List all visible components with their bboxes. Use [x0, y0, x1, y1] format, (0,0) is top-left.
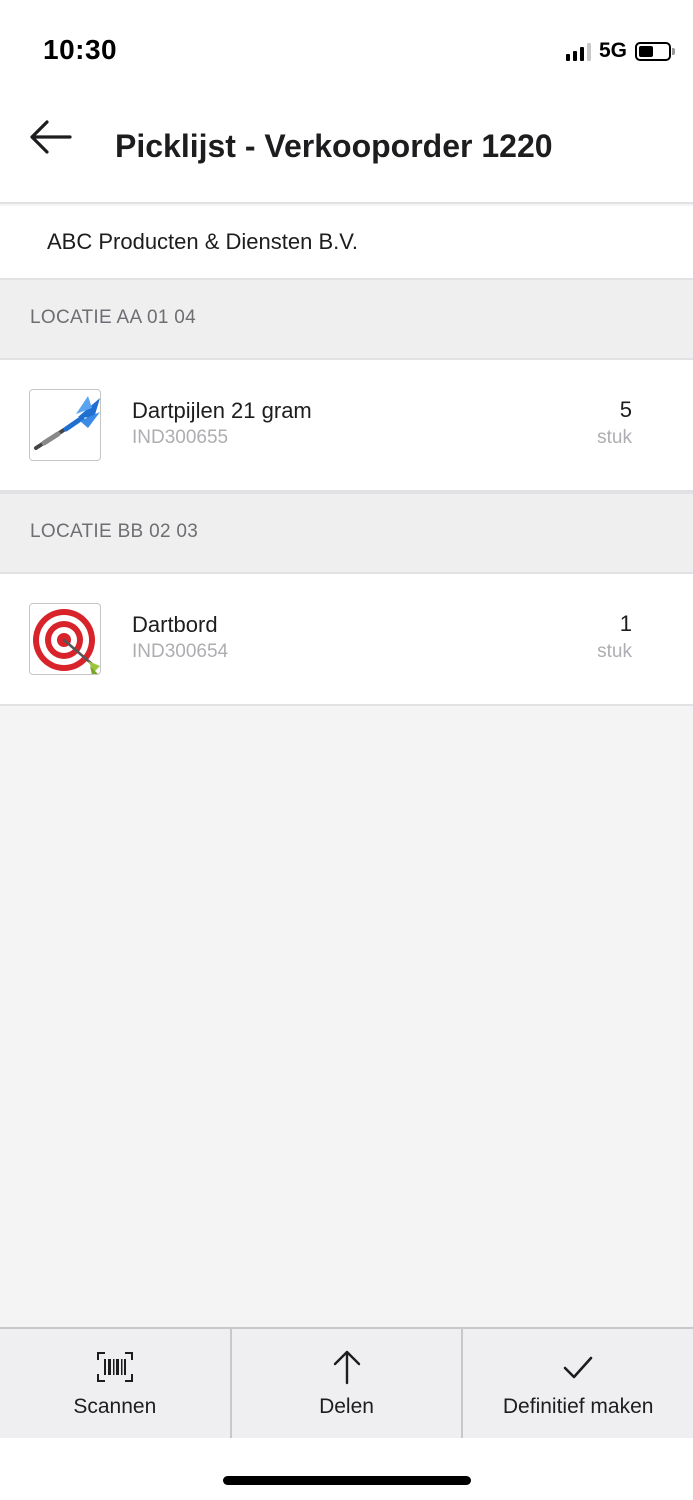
battery-icon	[635, 41, 675, 61]
location-header: LOCATIE AA 01 04	[0, 278, 693, 360]
arrow-left-icon	[30, 120, 72, 154]
product-image	[29, 603, 101, 675]
darts-icon	[34, 396, 100, 450]
home-indicator-area	[0, 1438, 693, 1500]
network-type: 5G	[598, 39, 627, 62]
product-quantity: 5	[619, 397, 632, 422]
page-title: Picklijst - Verkooporder 1220	[115, 128, 553, 164]
status-time: 10:30	[43, 34, 118, 65]
navigation-header: Picklijst - Verkooporder 1220	[0, 100, 693, 204]
scan-button[interactable]: Scannen	[0, 1329, 230, 1438]
barcode-icon	[95, 1347, 135, 1387]
bottom-toolbar: Scannen Delen Definitief maken	[0, 1327, 693, 1438]
list-item[interactable]: Dartbord IND300654 1 stuk	[0, 574, 693, 706]
dartboard-icon	[33, 609, 100, 674]
share-label: Delen	[319, 1395, 374, 1418]
back-button[interactable]	[22, 112, 78, 162]
product-unit: stuk	[597, 427, 632, 448]
status-indicators: 5G	[565, 38, 675, 64]
finalize-button[interactable]: Definitief maken	[461, 1329, 693, 1438]
product-code: IND300655	[132, 427, 229, 448]
product-code: IND300654	[132, 641, 229, 662]
share-button[interactable]: Delen	[229, 1329, 462, 1438]
list-item[interactable]: Dartpijlen 21 gram IND300655 5 stuk	[0, 360, 693, 492]
location-label: LOCATIE BB 02 03	[30, 521, 199, 542]
scan-label: Scannen	[73, 1395, 157, 1418]
customer-row: ABC Producten & Diensten B.V.	[0, 206, 693, 278]
home-indicator[interactable]	[223, 1476, 471, 1485]
product-unit: stuk	[597, 641, 632, 662]
product-image	[29, 389, 101, 461]
customer-name: ABC Producten & Diensten B.V.	[47, 229, 359, 254]
checkmark-icon	[558, 1347, 598, 1387]
product-name: Dartbord	[132, 612, 218, 637]
product-quantity: 1	[619, 611, 632, 636]
status-bar: 10:30 5G	[0, 0, 693, 100]
location-header: LOCATIE BB 02 03	[0, 492, 693, 574]
finalize-label: Definitief maken	[502, 1395, 654, 1418]
cellular-signal-icon	[565, 41, 591, 61]
product-name: Dartpijlen 21 gram	[132, 398, 312, 423]
location-label: LOCATIE AA 01 04	[30, 307, 197, 328]
arrow-up-icon	[327, 1347, 367, 1387]
